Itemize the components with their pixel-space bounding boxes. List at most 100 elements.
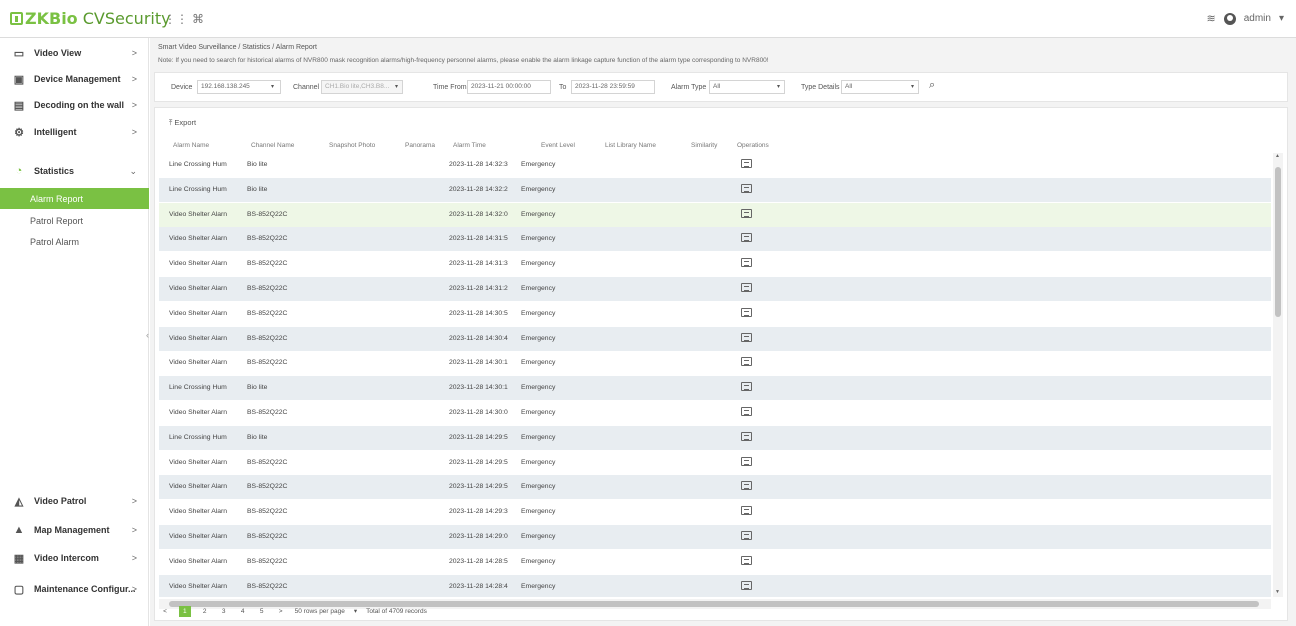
table-row[interactable]: Video Shelter Alarn BS-852Q22C 2023-11-28 … (159, 574, 1271, 597)
event-level-cell: Emergency (521, 210, 556, 218)
column-header[interactable]: Snapshot Photo (329, 142, 375, 149)
column-header[interactable]: Operations (737, 142, 769, 149)
expand-icon[interactable]: ⌘ (192, 12, 204, 26)
chevron-down-icon: ▾ (395, 84, 399, 90)
column-header[interactable]: Panorama (405, 142, 435, 149)
alarm-time-cell: 2023-11-28 14:31:3 (449, 260, 508, 268)
alarm-time-cell: 2023-11-28 14:29:0 (449, 533, 508, 540)
alarm-time-cell: 2023-11-28 14:29:5 (449, 483, 508, 491)
channel-name-cell: BS-852Q22C (247, 508, 288, 516)
vertical-scrollbar[interactable]: ▲ ▼ (1273, 153, 1283, 597)
view-details-icon[interactable] (741, 258, 752, 268)
search-icon[interactable]: ⌕ (929, 79, 945, 95)
alarm-time-cell: 2023-11-28 14:31:5 (449, 235, 508, 243)
view-details-icon[interactable] (741, 307, 752, 317)
view-details-icon[interactable] (741, 332, 752, 342)
time-from-input[interactable]: 2023-11-21 00:00:00 (467, 80, 551, 94)
column-header[interactable]: Similarity (691, 142, 717, 149)
table-row[interactable]: Video Shelter Alarn BS-852Q22C 2023-11-28 … (159, 301, 1271, 326)
device-select[interactable]: 192.168.138.245 (197, 80, 281, 94)
username[interactable]: admin (1244, 13, 1271, 24)
sidebar-item-label: Video View (34, 48, 82, 58)
chevron-right-icon: > (131, 100, 137, 110)
table-row[interactable]: Video Shelter Alarn BS-852Q22C 2023-11-28 … (159, 450, 1271, 475)
app-logo[interactable]: ZKBio CVSecurity (10, 9, 171, 28)
sidebar-subitem-alarm-report[interactable]: Alarm Report (0, 188, 149, 209)
table-row[interactable]: Video Shelter Alarn BS-852Q22C 2023-11-28 … (159, 227, 1271, 252)
column-header[interactable]: List Library Name (605, 142, 656, 149)
user-avatar-icon[interactable] (1223, 12, 1236, 25)
page-button-5[interactable]: 5 (257, 608, 267, 615)
table-row[interactable]: Video Shelter Alarn BS-852Q22C 2023-11-28 … (159, 549, 1271, 574)
grid-icon[interactable]: ⋮⋮ (164, 12, 188, 26)
event-level-cell: Emergency (521, 384, 556, 392)
sidebar-item-video-intercom[interactable]: ▦ Video Intercom > (0, 543, 149, 573)
view-details-icon[interactable] (741, 531, 752, 540)
view-details-icon[interactable] (741, 357, 752, 367)
table-row[interactable]: Video Shelter Alarn BS-852Q22C 2023-11-28 … (159, 277, 1271, 301)
table-row[interactable]: Video Shelter Alarn BS-852Q22C 2023-11-28 … (159, 326, 1271, 351)
time-to-input[interactable]: 2023-11-28 23:59:59 (571, 80, 655, 94)
vertical-scroll-thumb[interactable] (1275, 167, 1281, 317)
column-header[interactable]: Alarm Time (453, 142, 486, 149)
alarm-name-cell: Line Crossing Hum (169, 433, 227, 441)
view-details-icon[interactable] (741, 233, 752, 243)
view-details-icon[interactable] (741, 407, 752, 416)
table-row[interactable]: Video Shelter Alarn BS-852Q22C 2023-11-28 … (159, 500, 1271, 525)
table-row[interactable]: Video Shelter Alarn BS-852Q22C 2023-11-28 … (159, 351, 1271, 376)
view-details-icon[interactable] (741, 431, 752, 441)
column-header[interactable]: Channel Name (251, 142, 294, 149)
page-button-1[interactable]: 1 (179, 605, 191, 617)
table-row[interactable]: Line Crossing Hum Bio lite 2023-11-28 14:3… (159, 153, 1271, 177)
table-row[interactable]: Video Shelter Alarn BS-852Q22C 2023-11-28 … (159, 475, 1271, 500)
channel-select[interactable]: CH1.Bio lite,CH3.B8... (321, 80, 403, 94)
table-row[interactable]: Video Shelter Alarn BS-852Q22C 2023-11-28 … (159, 401, 1271, 425)
view-details-icon[interactable] (741, 183, 752, 193)
user-menu-caret-icon[interactable]: ▾ (1279, 13, 1284, 24)
page-button-2[interactable]: 2 (200, 608, 210, 615)
column-header[interactable]: Alarm Name (173, 142, 209, 149)
sidebar-item-statistics[interactable]: ◔ Statistics ⌄ (0, 156, 149, 186)
layers-icon[interactable]: ≋ (1207, 12, 1216, 25)
table-row[interactable]: Line Crossing Hum Bio lite 2023-11-28 14:3… (159, 376, 1271, 401)
prev-page-button[interactable]: < (160, 608, 170, 615)
alarm-type-select[interactable]: All (709, 80, 785, 94)
table-row[interactable]: Line Crossing Hum Bio lite 2023-11-28 14:2… (159, 425, 1271, 450)
type-details-select[interactable]: All (841, 80, 919, 94)
page-button-4[interactable]: 4 (238, 608, 248, 615)
view-details-icon[interactable] (741, 580, 752, 590)
view-details-icon[interactable] (741, 159, 752, 168)
alarm-time-cell: 2023-11-28 14:29:3 (449, 508, 508, 516)
page-button-3[interactable]: 3 (219, 608, 229, 615)
sidebar-subitem-patrol-alarm[interactable]: Patrol Alarm (0, 231, 149, 252)
sidebar-item-video-patrol[interactable]: ◭ Video Patrol > (0, 486, 149, 516)
next-page-button[interactable]: > (276, 608, 286, 615)
view-details-icon[interactable] (741, 283, 752, 292)
sidebar-item-map-management[interactable]: ▲ Map Management > (0, 515, 149, 545)
table-row[interactable]: Video Shelter Alarn BS-852Q22C 2023-11-28 … (159, 525, 1271, 549)
rows-per-page-select[interactable]: 50 rows per page (295, 608, 345, 615)
view-details-icon[interactable] (741, 456, 752, 466)
sidebar-item-intelligent[interactable]: ⚙ Intelligent > (0, 117, 149, 147)
channel-label: Channel (293, 84, 320, 91)
column-header[interactable]: Event Level (541, 142, 575, 149)
sidebar-item-decoding-wall[interactable]: ▤ Decoding on the wall > (0, 90, 149, 120)
event-level-cell: Emergency (521, 260, 556, 268)
scroll-down-icon[interactable]: ▼ (1275, 589, 1280, 595)
view-details-icon[interactable] (741, 481, 752, 491)
view-details-icon[interactable] (741, 555, 752, 565)
table-row[interactable]: Line Crossing Hum Bio lite 2023-11-28 14:3… (159, 177, 1271, 202)
table-row[interactable]: Video Shelter Alarn BS-852Q22C 2023-11-28 … (159, 252, 1271, 277)
breadcrumb: Smart Video Surveillance / Statistics / … (158, 44, 317, 51)
table-row[interactable]: Video Shelter Alarn BS-852Q22C 2023-11-28 … (159, 202, 1271, 227)
export-button[interactable]: ⤒ Export (169, 118, 196, 128)
sidebar-subitem-patrol-report[interactable]: Patrol Report (0, 210, 149, 231)
scroll-up-icon[interactable]: ▲ (1275, 153, 1280, 159)
view-details-icon[interactable] (741, 208, 752, 218)
sidebar-item-maintenance[interactable]: ▢ Maintenance Configur... > (0, 574, 149, 604)
view-details-icon[interactable] (741, 506, 752, 516)
channel-name-cell: BS-852Q22C (247, 458, 288, 466)
event-level-cell: Emergency (521, 582, 556, 590)
alarm-name-cell: Video Shelter Alarn (169, 334, 228, 342)
view-details-icon[interactable] (741, 382, 752, 392)
